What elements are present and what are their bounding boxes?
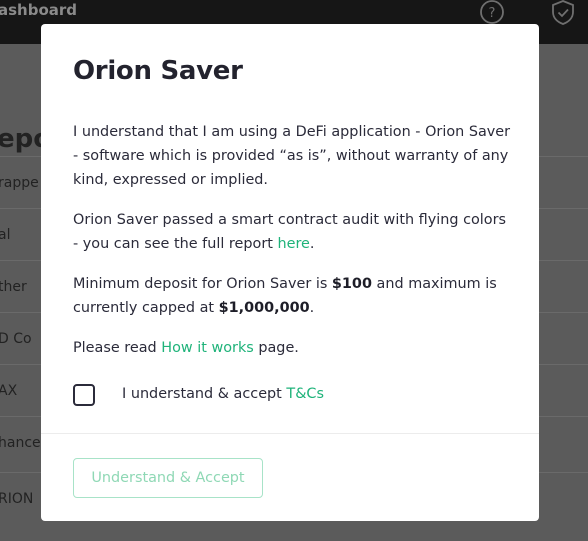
terms-checkbox[interactable] [73, 384, 95, 406]
how-it-works-paragraph: Please read How it works page. [73, 340, 299, 356]
modal-title: Orion Saver [73, 56, 243, 86]
audit-paragraph: Orion Saver passed a smart contract audi… [73, 212, 507, 252]
shield-check-icon[interactable] [550, 0, 576, 26]
terms-checkbox-label[interactable]: I understand & accept T&Cs [122, 386, 324, 402]
help-icon[interactable]: ? [479, 0, 505, 26]
terms-link[interactable]: T&Cs [286, 386, 324, 402]
understand-accept-button[interactable]: Understand & Accept [73, 458, 263, 498]
deposit-limits-paragraph: Minimum deposit for Orion Saver is $100 … [73, 276, 497, 316]
disclaimer-paragraph: I understand that I am using a DeFi appl… [73, 124, 511, 188]
terms-modal: Orion Saver I understand that I am using… [41, 24, 539, 521]
modal-footer: Understand & Accept [41, 433, 539, 522]
dashboard-nav-label[interactable]: ashboard [0, 1, 77, 19]
how-it-works-link[interactable]: How it works [161, 340, 254, 356]
modal-body: I understand that I am using a DeFi appl… [73, 120, 513, 376]
svg-text:?: ? [489, 6, 496, 21]
terms-checkbox-row[interactable]: I understand & accept T&Cs [73, 384, 513, 410]
audit-report-link[interactable]: here [277, 236, 309, 252]
max-deposit-value: $1,000,000 [218, 300, 310, 316]
min-deposit-value: $100 [331, 276, 372, 292]
